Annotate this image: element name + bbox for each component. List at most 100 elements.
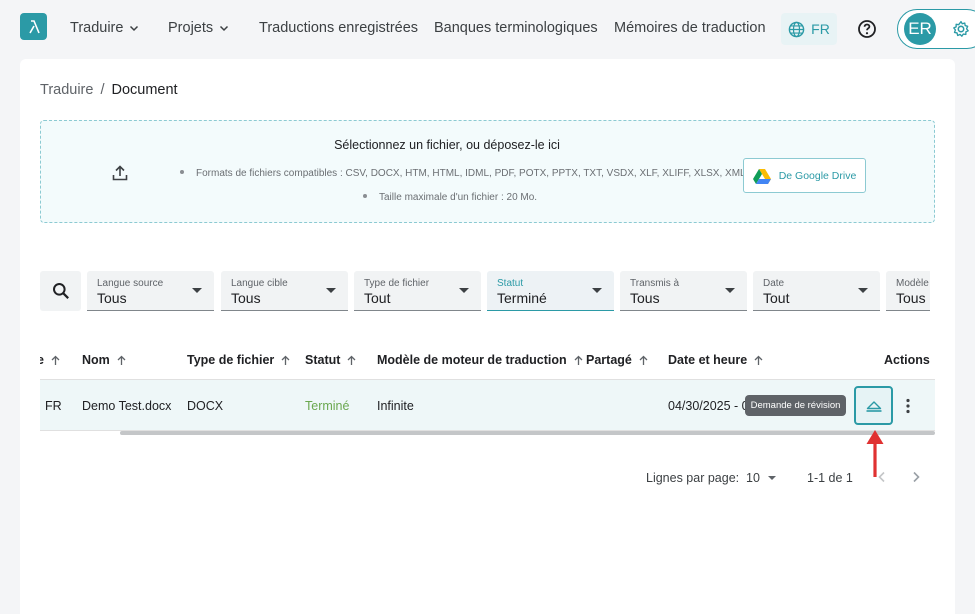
review-request-tooltip: Demande de révision: [745, 395, 846, 416]
chevron-left-icon[interactable]: [875, 470, 889, 484]
column-header-label: Actions: [884, 353, 930, 367]
filter-langue-cible[interactable]: Langue cible Tous: [221, 271, 348, 311]
column-header-nom[interactable]: Nom: [82, 353, 126, 367]
help-icon[interactable]: [857, 19, 877, 39]
filter-transmis-a[interactable]: Transmis à Tous: [620, 271, 747, 311]
top-navigation-bar: Traduire Projets Traductions enregistrée…: [0, 0, 975, 58]
cell-type: DOCX: [187, 399, 224, 413]
google-drive-label: De Google Drive: [778, 169, 857, 182]
file-dropzone[interactable]: Sélectionnez un fichier, ou déposez-le i…: [40, 120, 935, 223]
filter-label: Transmis à: [630, 278, 680, 289]
rows-per-page-select[interactable]: 10: [746, 471, 776, 485]
column-header-label: Date et heure: [668, 353, 748, 367]
column-header-statut[interactable]: Statut: [305, 353, 356, 367]
language-code: FR: [811, 21, 830, 37]
account-menu[interactable]: ER: [897, 9, 975, 49]
caret-down-icon: [767, 476, 776, 480]
more-vertical-icon[interactable]: [899, 397, 917, 415]
nav-memoires-traduction[interactable]: Mémoires de traduction: [614, 20, 766, 36]
filter-value: Tous: [630, 290, 660, 306]
rows-per-page-label: Lignes par page:: [646, 471, 740, 485]
caret-down-icon: [459, 288, 469, 293]
main-content-card: Traduire / Document Sélectionnez un fichie…: [20, 59, 955, 614]
caret-down-icon: [192, 288, 202, 293]
review-request-icon: [866, 400, 881, 412]
filter-date[interactable]: Date Tout: [753, 271, 880, 311]
lambda-logo-icon: [28, 19, 40, 33]
filter-value: Tout: [364, 290, 391, 306]
documents-table: e Nom Type de fichier Statut Modèle de m…: [40, 341, 935, 436]
filter-modele[interactable]: Modèle Tous: [886, 271, 930, 311]
filter-label: Modèle: [896, 278, 929, 289]
cell-name[interactable]: Demo Test.docx: [82, 399, 171, 413]
filter-value: Tous: [896, 290, 926, 306]
nav-traduire-label: Traduire: [70, 20, 124, 36]
app-logo[interactable]: [20, 13, 47, 40]
sort-arrow-up-icon: [347, 355, 356, 365]
sort-arrow-up-icon: [281, 355, 290, 365]
filter-value: Tous: [231, 290, 261, 306]
sort-arrow-up-icon: [574, 355, 583, 365]
nav-banques-terminologiques[interactable]: Banques terminologiques: [434, 20, 598, 36]
horizontal-scrollbar[interactable]: [120, 431, 935, 435]
column-header-type[interactable]: Type de fichier: [187, 353, 290, 367]
chevron-down-icon: [130, 25, 139, 32]
column-header-lang[interactable]: e: [40, 353, 60, 367]
supported-formats-text: Formats de fichiers compatibles : CSV, D…: [180, 168, 746, 179]
caret-down-icon: [725, 288, 735, 293]
filter-value: Tous: [97, 290, 127, 306]
filter-label: Langue cible: [231, 278, 288, 289]
search-icon: [52, 283, 69, 299]
google-drive-icon: [752, 168, 771, 184]
avatar[interactable]: ER: [904, 13, 936, 45]
breadcrumb-current: Document: [111, 82, 178, 98]
column-header-date[interactable]: Date et heure: [668, 353, 763, 367]
search-button[interactable]: [40, 271, 81, 311]
nav-memoires-label: Mémoires de traduction: [614, 20, 766, 36]
caret-down-icon: [592, 288, 602, 293]
nav-traduire[interactable]: Traduire: [70, 20, 139, 36]
cell-date: 04/30/2025 - 0: [668, 399, 749, 413]
chevron-right-icon[interactable]: [909, 470, 923, 484]
language-selector[interactable]: FR: [781, 13, 837, 45]
rows-per-page-value: 10: [746, 471, 760, 485]
column-header-actions: Actions: [884, 353, 930, 367]
filter-label: Statut: [497, 278, 524, 289]
globe-icon: [788, 21, 805, 37]
breadcrumb-separator: /: [100, 82, 105, 98]
breadcrumb: Traduire / Document: [40, 82, 178, 98]
review-request-button[interactable]: [854, 386, 893, 425]
filter-type-fichier[interactable]: Type de fichier Tout: [354, 271, 481, 311]
column-header-partage[interactable]: Partagé: [586, 353, 648, 367]
filter-value: Tout: [763, 290, 790, 306]
filter-label: Type de fichier: [364, 278, 430, 289]
sort-arrow-up-icon: [51, 355, 60, 365]
filter-label: Date: [763, 278, 785, 289]
filter-label: Langue source: [97, 278, 164, 289]
nav-traductions-enregistrees[interactable]: Traductions enregistrées: [259, 20, 418, 36]
nav-projets-label: Projets: [168, 20, 214, 36]
dropzone-title: Sélectionnez un fichier, ou déposez-le i…: [334, 138, 560, 152]
cell-lang: FR: [45, 399, 62, 413]
filter-value: Terminé: [497, 290, 547, 306]
filter-statut[interactable]: Statut Terminé: [487, 271, 614, 311]
caret-down-icon: [326, 288, 336, 293]
breadcrumb-parent[interactable]: Traduire: [40, 82, 93, 98]
filter-langue-source[interactable]: Langue source Tous: [87, 271, 214, 311]
nav-projets[interactable]: Projets: [168, 20, 229, 36]
column-header-label: Modèle de moteur de traduction: [377, 353, 567, 367]
sort-arrow-up-icon: [117, 355, 126, 365]
google-drive-button[interactable]: De Google Drive: [743, 158, 866, 193]
column-header-label: Partagé: [586, 353, 632, 367]
gear-icon[interactable]: [952, 20, 970, 38]
column-header-label: Nom: [82, 353, 110, 367]
sort-arrow-up-icon: [754, 355, 763, 365]
cell-status: Terminé: [305, 399, 350, 413]
cell-engine: Infinite: [377, 399, 414, 413]
column-header-moteur[interactable]: Modèle de moteur de traduction: [377, 353, 583, 367]
max-size-text: Taille maximale d'un fichier : 20 Mo.: [363, 192, 537, 203]
nav-banques-label: Banques terminologiques: [434, 20, 598, 36]
column-header-label: e: [40, 353, 44, 367]
pagination-range: 1-1 de 1: [807, 471, 853, 485]
column-header-label: Type de fichier: [187, 353, 275, 367]
